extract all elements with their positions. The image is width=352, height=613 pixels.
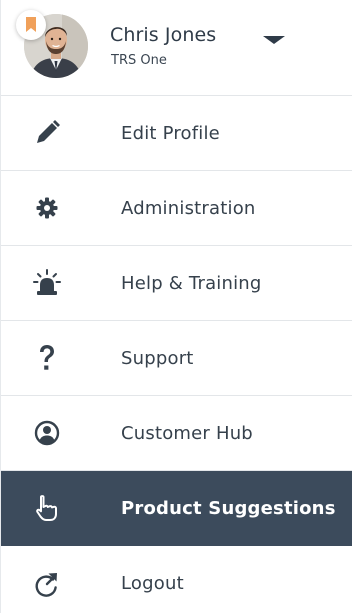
logout-arrow-icon bbox=[31, 568, 63, 600]
pencil-icon bbox=[31, 117, 63, 149]
avatar-container bbox=[16, 10, 88, 78]
user-circle-icon bbox=[31, 417, 63, 449]
chevron-down-icon[interactable] bbox=[263, 36, 285, 44]
menu-item-label: Administration bbox=[121, 197, 256, 219]
menu-item-label: Customer Hub bbox=[121, 422, 253, 444]
menu-item-label: Product Suggestions bbox=[121, 497, 336, 519]
bookmark-badge[interactable] bbox=[16, 10, 46, 40]
menu-item-logout[interactable]: Logout bbox=[1, 546, 352, 613]
question-mark-icon bbox=[31, 342, 63, 374]
menu-item-support[interactable]: Support bbox=[1, 321, 352, 396]
menu-item-product-suggestions[interactable]: Product Suggestions bbox=[1, 471, 352, 546]
menu-item-label: Edit Profile bbox=[121, 122, 220, 144]
menu-item-administration[interactable]: Administration bbox=[1, 171, 352, 246]
menu-list: Edit Profile Administration Help & Train… bbox=[1, 96, 352, 613]
gear-icon bbox=[31, 192, 63, 224]
menu-item-label: Help & Training bbox=[121, 272, 262, 294]
bookmark-icon bbox=[26, 17, 36, 32]
user-header[interactable]: Chris Jones TRS One bbox=[1, 0, 352, 96]
menu-item-help-training[interactable]: Help & Training bbox=[1, 246, 352, 321]
user-menu-panel: Chris Jones TRS One Edit Profile Adminis… bbox=[0, 0, 352, 613]
alarm-light-icon bbox=[31, 267, 63, 299]
pointing-hand-icon bbox=[31, 492, 63, 524]
menu-item-label: Logout bbox=[121, 573, 184, 594]
menu-item-label: Support bbox=[121, 347, 194, 369]
menu-item-edit-profile[interactable]: Edit Profile bbox=[1, 96, 352, 171]
menu-item-customer-hub[interactable]: Customer Hub bbox=[1, 396, 352, 471]
user-organization: TRS One bbox=[111, 53, 167, 68]
user-name: Chris Jones bbox=[110, 24, 217, 46]
